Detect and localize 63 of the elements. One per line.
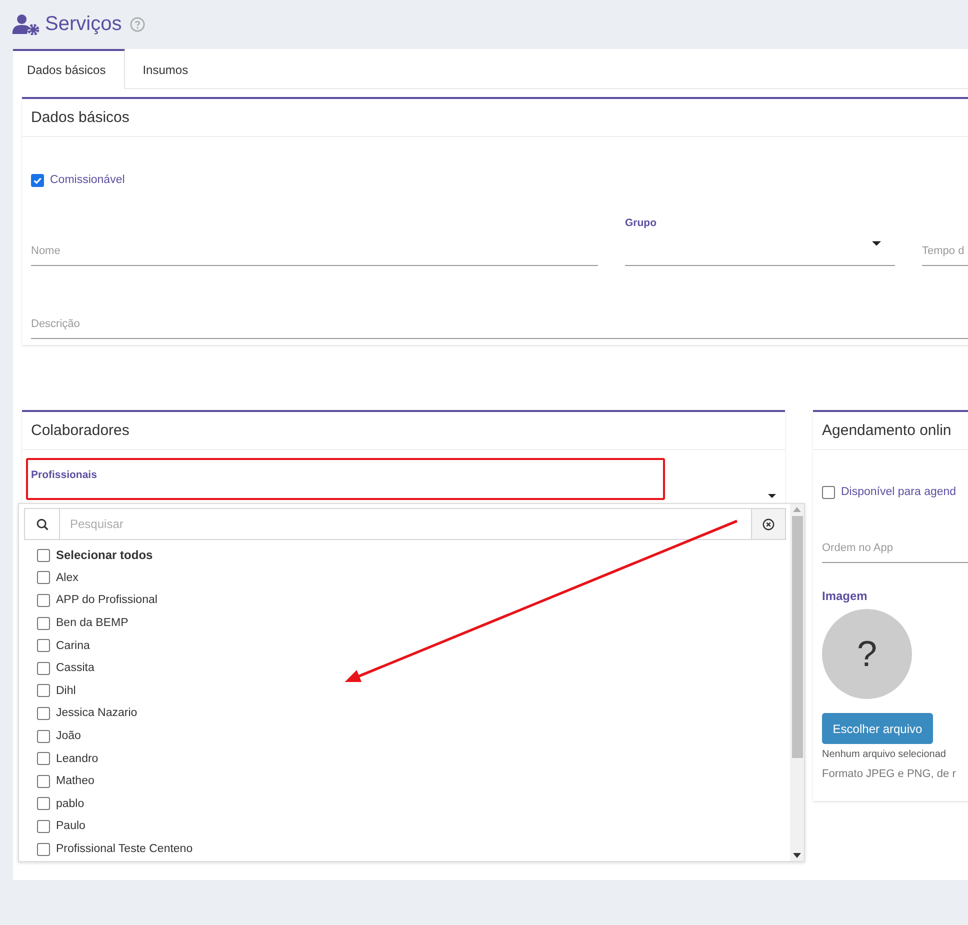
checkbox[interactable] (37, 616, 50, 630)
input-field[interactable]: Grupo (625, 217, 895, 266)
input-field[interactable]: Descrição (31, 290, 968, 339)
card-title: Colaboradores (31, 422, 130, 439)
checkbox[interactable] (37, 820, 50, 833)
hint-text: Formato JPEG e PNG, de r (822, 768, 956, 780)
checkbox[interactable] (37, 571, 50, 584)
checkbox[interactable] (37, 842, 50, 856)
option-label: Alex (56, 572, 78, 584)
field-label: Descrição (31, 318, 80, 330)
field-label: Nome (31, 245, 60, 257)
user-gear-icon (12, 14, 40, 35)
search-field[interactable]: Pesquisar (60, 508, 751, 540)
option-label: João (56, 730, 81, 742)
field-label: Profissionais (31, 469, 97, 481)
option-label: APP do Profissional (56, 594, 158, 606)
input-field[interactable]: Nome (31, 217, 598, 266)
scrollbar[interactable] (790, 504, 804, 861)
card-title: Agendamento onlin (822, 422, 952, 439)
checkbox[interactable] (37, 684, 50, 698)
card-title: Dados básicos (31, 109, 130, 126)
checkbox[interactable] (37, 639, 50, 652)
checkbox[interactable] (31, 174, 44, 186)
field-label: Grupo (625, 217, 656, 229)
tab[interactable]: Dados básicos (13, 49, 125, 89)
checkbox[interactable] (37, 594, 50, 607)
option-label: Profissional Teste Centeno (56, 843, 193, 856)
option-label: Dihl (56, 684, 76, 697)
option-label: Matheo (56, 775, 94, 788)
caret-icon (872, 241, 881, 246)
option-label: Selecionar todos (56, 548, 153, 562)
clear-button[interactable] (751, 508, 786, 540)
option-label: Ben da BEMP (56, 617, 128, 630)
caret-icon (768, 494, 776, 498)
page-title: Serviços (45, 13, 122, 36)
checkbox[interactable] (37, 730, 50, 743)
checkbox-label: Comissionável (50, 174, 125, 186)
option-label: Paulo (56, 820, 86, 832)
option-label: Jessica Nazario (56, 707, 138, 720)
checkbox[interactable] (37, 774, 50, 788)
checkbox[interactable] (822, 486, 835, 498)
checkbox[interactable] (37, 752, 50, 766)
checkbox-label: Disponível para agend (841, 486, 956, 498)
checkbox[interactable] (37, 797, 50, 810)
option-label: Leandro (56, 752, 98, 765)
scroll-down-icon[interactable] (793, 853, 801, 858)
input-field[interactable]: Tempo d (922, 217, 968, 266)
select-field[interactable]: Profissionais (31, 450, 777, 500)
field-label: Imagem (822, 589, 868, 603)
search-icon (24, 508, 60, 540)
checkbox[interactable] (37, 706, 50, 720)
option-label: Carina (56, 640, 90, 652)
close-icon (762, 518, 775, 530)
checkbox[interactable] (37, 662, 50, 675)
field-label: Ordem no App (822, 542, 893, 554)
input-field[interactable]: Ordem no App (822, 534, 968, 563)
question-mark: ? (856, 633, 878, 675)
option-label: pablo (56, 798, 84, 810)
option-label: Cassita (56, 662, 94, 674)
checkbox[interactable] (37, 548, 50, 562)
file-status-text: Nenhum arquivo selecionad (822, 749, 946, 760)
field-label: Tempo d (922, 245, 964, 257)
choose-file-button[interactable]: Escolher arquivo (822, 713, 933, 744)
